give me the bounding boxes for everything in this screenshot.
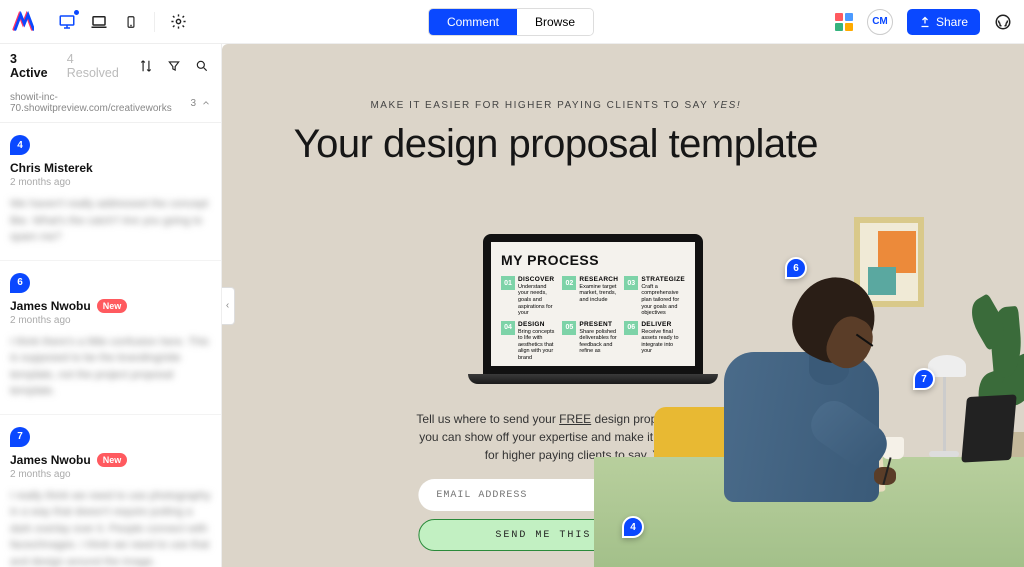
canvas-comment-pin[interactable]: 6 — [785, 257, 807, 279]
support-icon[interactable] — [994, 13, 1012, 31]
share-label: Share — [936, 15, 968, 29]
comment-author: James NwobuNew — [10, 453, 211, 467]
avatar[interactable]: CM — [867, 9, 893, 35]
laptop-icon[interactable] — [90, 13, 108, 31]
gear-icon[interactable] — [169, 13, 187, 31]
share-button[interactable]: Share — [907, 9, 980, 35]
desktop-icon[interactable] — [58, 13, 76, 31]
preview-canvas[interactable]: ‹ MAKE IT EASIER FOR HIGHER PAYING CLIEN… — [222, 44, 1024, 567]
canvas-comment-pin[interactable]: 7 — [913, 368, 935, 390]
comment-body: We haven't really addressed the concept … — [10, 196, 211, 246]
search-icon[interactable] — [193, 57, 211, 75]
canvas-comment-pin[interactable]: 4 — [622, 516, 644, 538]
hero-photo — [594, 197, 1024, 567]
sort-icon[interactable] — [137, 57, 155, 75]
comment-pin-icon: 4 — [10, 135, 30, 155]
comment-time: 2 months ago — [10, 177, 211, 188]
page-url: showit-inc-70.showitpreview.com/creative… — [10, 92, 190, 114]
comment-time: 2 months ago — [10, 315, 211, 326]
collapse-sidebar-handle[interactable]: ‹ — [222, 287, 235, 325]
comment-author: Chris Misterek — [10, 161, 211, 175]
mobile-icon[interactable] — [122, 13, 140, 31]
comment-pin-icon: 6 — [10, 273, 30, 293]
process-step: 04DESIGNBring concepts to life with aest… — [501, 321, 556, 362]
comment-mode-button[interactable]: Comment — [429, 9, 517, 35]
app-logo[interactable] — [12, 11, 34, 33]
process-step: 01DISCOVERUnderstand your needs, goals a… — [501, 276, 556, 317]
comment-body: I think there's a little confusion here.… — [10, 334, 211, 400]
page-url-row[interactable]: showit-inc-70.showitpreview.com/creative… — [0, 88, 221, 123]
browse-mode-button[interactable]: Browse — [517, 9, 593, 35]
comment-item[interactable]: 4 Chris Misterek 2 months ago We haven't… — [0, 123, 221, 261]
new-badge: New — [97, 299, 128, 313]
tab-active[interactable]: 3 Active — [10, 52, 53, 80]
mode-toggle: Comment Browse — [428, 8, 594, 36]
comment-pin-icon: 7 — [10, 427, 30, 447]
url-comment-count: 3 — [190, 98, 196, 109]
apps-grid-icon[interactable] — [835, 13, 853, 31]
comment-time: 2 months ago — [10, 469, 211, 480]
comment-body: I really think we need to use photograph… — [10, 488, 211, 567]
comment-item[interactable]: 6 James NwobuNew 2 months ago I think th… — [0, 261, 221, 415]
new-badge: New — [97, 453, 128, 467]
filter-icon[interactable] — [165, 57, 183, 75]
comment-item[interactable]: 7 James NwobuNew 2 months ago I really t… — [0, 415, 221, 567]
hero-headline: Your design proposal template — [276, 122, 836, 167]
tab-resolved[interactable]: 4 Resolved — [67, 52, 123, 80]
top-bar: Comment Browse CM Share — [0, 0, 1024, 44]
chevron-up-icon — [201, 98, 211, 108]
hero-eyebrow: MAKE IT EASIER FOR HIGHER PAYING CLIENTS… — [276, 100, 836, 112]
comments-sidebar: 3 Active 4 Resolved showit-inc-70.showit… — [0, 44, 222, 567]
comment-author: James NwobuNew — [10, 299, 211, 313]
